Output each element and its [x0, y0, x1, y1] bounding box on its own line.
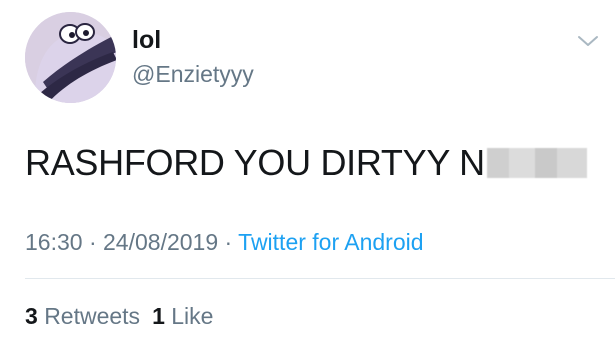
tweet-card: lol @Enzietyyy RASHFORD YOU DIRTYY N 16:… [0, 0, 615, 348]
redaction-blur [486, 148, 587, 178]
display-name[interactable]: lol [132, 26, 161, 54]
retweets-stat[interactable]: 3 Retweets [25, 303, 140, 329]
cartoon-bird-avatar-icon [25, 12, 116, 103]
meta-separator: · [218, 229, 239, 255]
tweet-date[interactable]: 24/08/2019 [103, 229, 218, 255]
meta-separator: · [82, 229, 104, 255]
likes-count: 1 [152, 303, 165, 329]
tweet-text: RASHFORD YOU DIRTYY N [25, 143, 587, 183]
user-handle[interactable]: @Enzietyyy [132, 60, 254, 88]
retweets-count: 3 [25, 303, 38, 329]
tweet-body: RASHFORD YOU DIRTYY N [25, 142, 485, 183]
retweets-label: Retweets [44, 303, 141, 329]
tweet-metadata: 16:30 · 24/08/2019 · Twitter for Android [25, 228, 424, 256]
engagement-stats: 3 Retweets 1 Like [25, 302, 213, 330]
likes-stat[interactable]: 1 Like [152, 303, 213, 329]
tweet-source-link[interactable]: Twitter for Android [238, 229, 423, 255]
avatar[interactable] [25, 12, 116, 103]
tweet-time[interactable]: 16:30 [25, 229, 83, 255]
likes-label: Like [171, 303, 214, 329]
chevron-down-icon[interactable] [576, 33, 600, 49]
divider [25, 278, 615, 279]
